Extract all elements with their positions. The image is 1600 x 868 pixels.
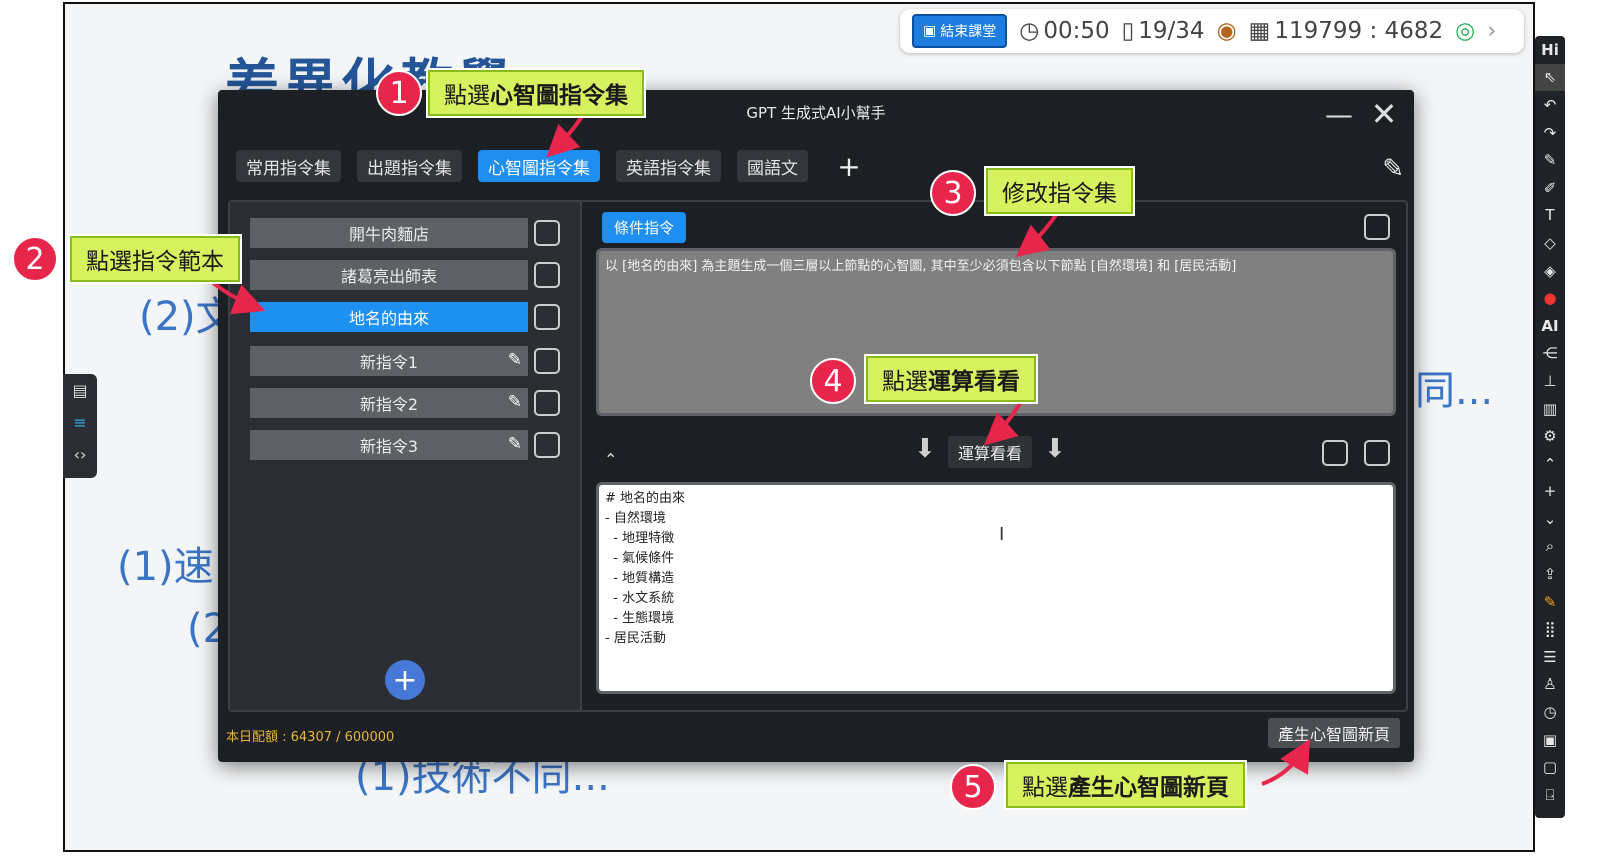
callout-text: 點選 bbox=[882, 369, 928, 395]
arrow-step5 bbox=[1261, 739, 1310, 786]
callout-step1: 點選心智圖指令集 bbox=[428, 70, 644, 116]
arrow-step2 bbox=[210, 280, 266, 315]
callout-bold: 產生心智圖新頁 bbox=[1068, 775, 1229, 801]
step-badge: 5 bbox=[950, 764, 996, 810]
callout-step5: 點選產生心智圖新頁 bbox=[1006, 762, 1245, 808]
annotation-arrows bbox=[210, 110, 1310, 786]
callout-text: 點選 bbox=[444, 83, 490, 109]
callout-bold: 運算看看 bbox=[928, 369, 1020, 395]
callout-text: 點選 bbox=[1022, 775, 1068, 801]
step-badge: 2 bbox=[12, 236, 58, 282]
callout-text: 修改指令集 bbox=[1002, 181, 1117, 207]
callout-step2: 點選指令範本 bbox=[70, 236, 240, 282]
callout-step3: 修改指令集 bbox=[986, 168, 1133, 214]
callout-text: 點選指令範本 bbox=[86, 249, 224, 275]
step-badge: 1 bbox=[376, 70, 422, 116]
callout-bold: 心智圖指令集 bbox=[490, 83, 628, 109]
step-badge: 4 bbox=[810, 358, 856, 404]
arrow-step4 bbox=[984, 398, 1024, 446]
callout-step4: 點選運算看看 bbox=[866, 356, 1036, 402]
step-badge: 3 bbox=[930, 170, 976, 216]
arrow-step1 bbox=[546, 110, 587, 158]
arrow-step3 bbox=[1015, 210, 1060, 257]
